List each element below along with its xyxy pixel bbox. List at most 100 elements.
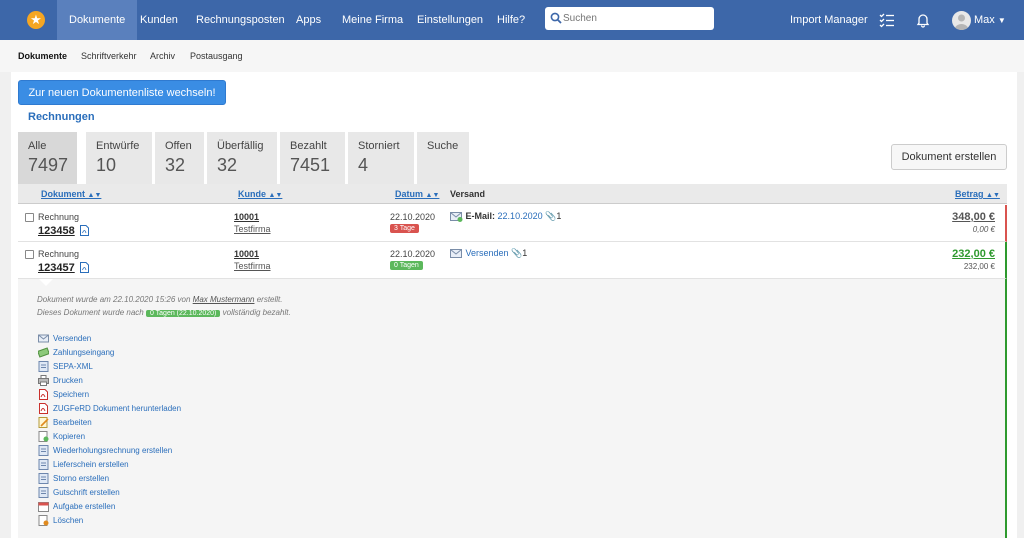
copy-icon (38, 431, 49, 442)
action-zugferd-download[interactable]: ZUGFeRD Dokument herunterladen (38, 403, 181, 416)
user-menu[interactable]: Max ▼ (974, 0, 1006, 40)
column-header-betrag[interactable]: Betrag ▲▼ (955, 189, 1000, 199)
switch-document-list-button[interactable]: Zur neuen Dokumentenliste wechseln! (18, 80, 226, 105)
creator-link[interactable]: Max Mustermann (193, 295, 255, 304)
pdf-icon[interactable] (80, 262, 89, 273)
tab-count: 4 (358, 155, 369, 175)
sub-navigation: Dokumente Schriftverkehr Archiv Postausg… (0, 40, 1024, 72)
tab-offen[interactable]: Offen 32 (155, 132, 205, 184)
row-checkbox[interactable] (25, 250, 34, 259)
action-label: Storno erstellen (53, 474, 110, 483)
subnav-dokumente[interactable]: Dokumente (18, 51, 67, 61)
action-label: Bearbeiten (53, 418, 92, 427)
chevron-down-icon: ▼ (997, 16, 1006, 25)
task-list-icon[interactable] (879, 12, 895, 28)
paid-duration-badge: 0 Tagen (22.10.2020) (145, 310, 221, 317)
customer-name-link[interactable]: Testfirma (234, 224, 271, 234)
tab-count: 10 (96, 155, 117, 175)
search-input[interactable] (563, 10, 708, 26)
versand-info: E-Mail: 22.10.2020 📎1 (450, 211, 561, 222)
versand-info: Versenden 📎1 (450, 248, 527, 259)
nav-item-apps[interactable]: Apps (296, 0, 321, 40)
paperclip-icon[interactable]: 📎 (511, 248, 522, 258)
tab-entwuerfe[interactable]: Entwürfe 10 (86, 132, 153, 184)
paperclip-icon[interactable]: 📎 (545, 211, 556, 221)
customer-number-link[interactable]: 10001 (234, 212, 259, 222)
versenden-link[interactable]: Versenden (466, 248, 509, 258)
document-detail-panel: Dokument wurde am 22.10.2020 15:26 von M… (18, 279, 1007, 538)
due-badge: 3 Tage (390, 224, 419, 233)
tab-bezahlt[interactable]: Bezahlt 7451 (280, 132, 346, 184)
document-number-link[interactable]: 123458 (38, 225, 75, 237)
document-type: Rechnung (38, 249, 80, 259)
delete-icon (38, 515, 49, 526)
tab-count: 32 (165, 155, 186, 175)
tab-label: Storniert (358, 140, 400, 152)
tab-ueberfaellig[interactable]: Überfällig 32 (207, 132, 278, 184)
action-drucken[interactable]: Drucken (38, 375, 83, 388)
document-date: 22.10.2020 (390, 212, 436, 222)
import-manager-link[interactable]: Import Manager (790, 0, 868, 40)
column-header-datum[interactable]: Datum ▲▼ (395, 189, 439, 199)
action-wiederholungsrechnung[interactable]: Wiederholungsrechnung erstellen (38, 445, 172, 458)
action-zahlungseingang[interactable]: Zahlungseingang (38, 347, 114, 360)
nav-item-meine-firma[interactable]: Meine Firma (342, 0, 403, 40)
action-aufgabe[interactable]: Aufgabe erstellen (38, 501, 115, 514)
calendar-icon (38, 502, 49, 512)
versand-date-link[interactable]: 22.10.2020 (498, 211, 543, 221)
create-document-button[interactable]: Dokument erstellen (891, 144, 1007, 170)
action-sepa-xml[interactable]: SEPA-XML (38, 361, 93, 374)
action-speichern[interactable]: Speichern (38, 389, 89, 402)
avatar[interactable] (952, 11, 971, 30)
action-bearbeiten[interactable]: Bearbeiten (38, 417, 92, 430)
action-label: ZUGFeRD Dokument herunterladen (53, 404, 182, 413)
customer-name-link[interactable]: Testfirma (234, 261, 271, 271)
column-label: Datum (395, 189, 424, 199)
table-row[interactable]: Rechnung 123457 10001 Testfirma 22.10.20… (18, 242, 1007, 279)
action-kopieren[interactable]: Kopieren (38, 431, 85, 444)
main-panel: Zur neuen Dokumentenliste wechseln! Rech… (11, 72, 1017, 538)
created-info: Dokument wurde am 22.10.2020 15:26 von M… (37, 295, 283, 304)
action-gutschrift[interactable]: Gutschrift erstellen (38, 487, 120, 500)
action-versenden[interactable]: Versenden (38, 333, 91, 346)
action-storno[interactable]: Storno erstellen (38, 473, 109, 486)
document-number-link[interactable]: 123457 (38, 262, 75, 274)
tab-suche[interactable]: Suche (417, 132, 470, 184)
action-label: Kopieren (53, 432, 86, 441)
pdf-icon[interactable] (80, 225, 89, 236)
tab-storniert[interactable]: Storniert 4 (348, 132, 415, 184)
table-row[interactable]: Rechnung 123458 10001 Testfirma 22.10.20… (18, 205, 1007, 242)
action-label: Speichern (53, 390, 90, 399)
open-amount: 0,00 € (972, 225, 995, 234)
nav-item-kunden[interactable]: Kunden (140, 0, 178, 40)
sepa-icon (38, 361, 49, 372)
column-header-dokument[interactable]: Dokument ▲▼ (41, 189, 101, 199)
customer-number-link[interactable]: 10001 (234, 249, 259, 259)
due-badge: 0 Tagen (390, 261, 423, 270)
sort-icon: ▲▼ (87, 192, 102, 199)
nav-item-hilfe[interactable]: Hilfe? (497, 0, 525, 40)
sort-icon: ▲▼ (425, 192, 440, 199)
action-label: Löschen (53, 516, 84, 525)
column-header-kunde[interactable]: Kunde ▲▼ (238, 189, 282, 199)
tab-label: Bezahlt (290, 140, 327, 152)
subnav-postausgang[interactable]: Postausgang (190, 51, 243, 61)
user-icon (954, 14, 969, 30)
search-box[interactable] (545, 7, 714, 30)
tab-alle[interactable]: Alle 7497 (18, 132, 78, 184)
action-loeschen[interactable]: Löschen (38, 515, 83, 528)
subnav-schriftverkehr[interactable]: Schriftverkehr (81, 51, 137, 61)
app-logo-icon[interactable]: ★ (27, 11, 45, 29)
nav-item-einstellungen[interactable]: Einstellungen (417, 0, 483, 40)
section-title: Rechnungen (28, 111, 95, 123)
tab-label: Alle (28, 140, 47, 152)
nav-item-rechnungsposten[interactable]: Rechnungsposten (196, 0, 285, 40)
open-amount: 232,00 € (963, 262, 995, 271)
table-header: Dokument ▲▼ Kunde ▲▼ Datum ▲▼ Versand Be… (18, 184, 1007, 204)
row-checkbox[interactable] (25, 213, 34, 222)
nav-item-dokumente[interactable]: Dokumente (57, 0, 138, 40)
bell-icon[interactable] (915, 12, 931, 28)
action-lieferschein[interactable]: Lieferschein erstellen (38, 459, 129, 472)
subnav-archiv[interactable]: Archiv (150, 51, 175, 61)
top-navigation: ★ Dokumente Kunden Rechnungsposten Apps … (0, 0, 1024, 40)
